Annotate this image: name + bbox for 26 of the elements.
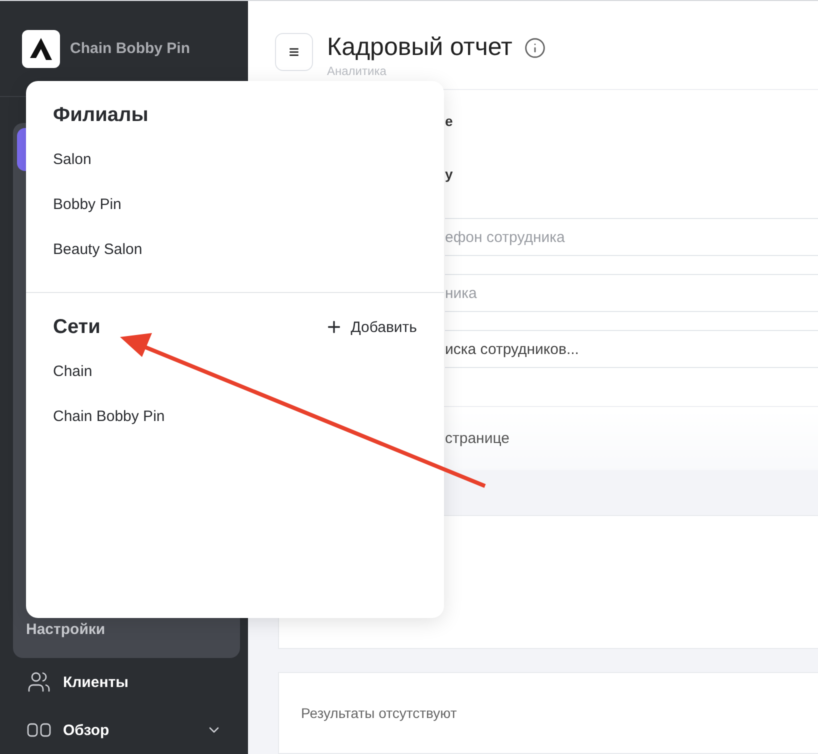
text-field[interactable]: ефон сотрудника	[445, 228, 818, 246]
section-title: Филиалы	[53, 104, 148, 126]
people-icon	[27, 670, 51, 694]
menu-item[interactable]: Beauty Salon	[53, 227, 417, 272]
add-button[interactable]: Добавить	[324, 318, 417, 336]
info-icon[interactable]	[524, 36, 546, 58]
text-field[interactable]: ника	[445, 284, 818, 302]
sidebar-item[interactable]: Клиенты	[0, 658, 248, 706]
logo-icon	[22, 30, 60, 68]
page-size-label: странице	[445, 430, 510, 448]
page-subtitle: Аналитика	[327, 64, 388, 78]
menu-button[interactable]: ≡	[275, 33, 313, 71]
menu-item[interactable]: Chain	[53, 349, 417, 394]
menu-item[interactable]: Chain Bobby Pin	[53, 394, 417, 439]
field-label: е	[445, 112, 454, 130]
sidebar-item[interactable]: Обзор	[0, 706, 248, 754]
grid-icon	[27, 723, 51, 737]
empty-message: Результаты отсутствуют	[301, 705, 457, 721]
section-title: Сети	[53, 316, 100, 338]
page-title: Кадровый отчет	[327, 33, 512, 62]
sidebar-item[interactable]: Настройки	[17, 621, 240, 638]
menu-item[interactable]: Bobby Pin	[53, 182, 417, 227]
menu-item[interactable]: Salon	[53, 137, 417, 182]
field-label: у	[445, 165, 454, 184]
text-field[interactable]: иска сотрудников...	[445, 340, 818, 358]
brand-name: Chain Bobby Pin	[70, 40, 190, 57]
